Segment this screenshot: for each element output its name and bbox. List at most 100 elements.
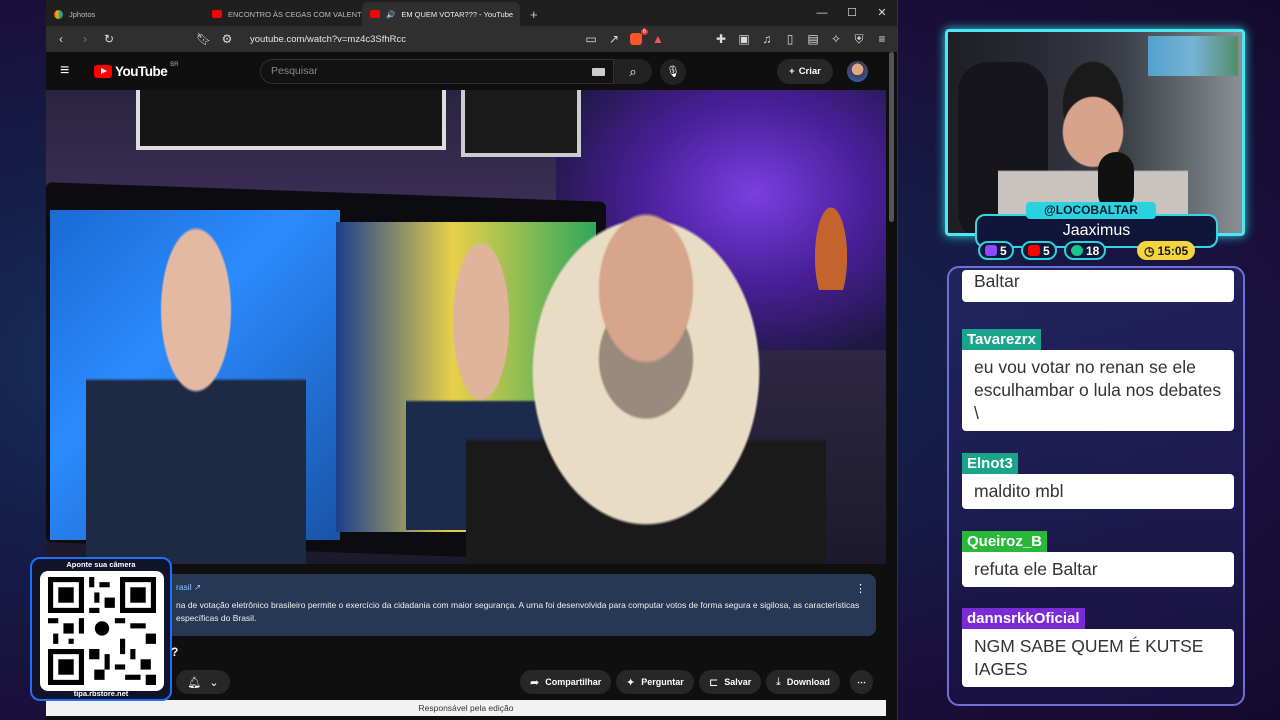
maximize-button[interactable]: ☐: [837, 0, 867, 26]
share-button[interactable]: ➦ Compartilhar: [520, 670, 612, 694]
qr-code-image: [48, 577, 156, 685]
qr-code: [40, 571, 164, 691]
share-icon[interactable]: ↗: [607, 32, 621, 46]
create-button[interactable]: + Criar: [777, 59, 833, 84]
brave-badge: 6: [640, 29, 648, 35]
plus-icon: +: [789, 66, 795, 77]
description-source-link[interactable]: rasil ↗: [176, 582, 864, 593]
photos-favicon-icon: [54, 9, 63, 19]
sparkle-icon: ✦: [626, 676, 636, 689]
bookmark-icon: ⊏: [709, 676, 719, 689]
tab-label: EM QUEM VOTAR??? - YouTube: [401, 9, 514, 19]
stream-timer: ◷ 15:05: [1137, 241, 1196, 260]
chat-message-text: Baltar: [962, 270, 1234, 302]
sidebar-icon[interactable]: ▯: [783, 32, 797, 46]
speaker-icon[interactable]: 🔊: [386, 10, 395, 19]
rewards-icon[interactable]: ▲: [651, 32, 665, 46]
screenshot-icon[interactable]: ▣: [737, 32, 751, 46]
chat-username: dannsrkkOficial: [962, 608, 1085, 629]
tab-jphotos[interactable]: Jphotos: [46, 2, 204, 26]
brave-shield-icon[interactable]: 6: [630, 29, 648, 45]
video-host: [466, 130, 826, 564]
chat-message: Elnot3 maldito mbl: [962, 453, 1234, 509]
reload-icon[interactable]: ↻: [102, 32, 116, 46]
new-tab-button[interactable]: +: [520, 7, 548, 26]
notification-bell-button[interactable]: 🔔︎ ⌄: [176, 670, 230, 694]
leo-icon[interactable]: ✧: [829, 32, 843, 46]
tab-encontro[interactable]: ENCONTRO ÀS CEGAS COM VALENTINA BA: [204, 2, 362, 26]
search-input[interactable]: Pesquisar: [260, 59, 614, 84]
chat-username: Elnot3: [962, 453, 1018, 474]
voice-search-button[interactable]: 🎙︎: [660, 59, 686, 85]
youtube-icon: [1028, 245, 1040, 256]
back-icon[interactable]: ‹: [54, 32, 68, 46]
share-label: Compartilhar: [545, 677, 602, 687]
qr-url: tipa.rbstore.net: [73, 689, 129, 698]
toolbar-icons: ▭ ↗ 6 ▲ ✚ ▣ ♫ ▯ ▤ ✧ ⛨ ≡: [584, 29, 889, 47]
youtube-logo[interactable]: YouTube BR: [94, 61, 179, 79]
person-on-screen: [86, 225, 306, 564]
minimize-button[interactable]: —: [807, 0, 837, 26]
bookmark-icon[interactable]: 🔖︎: [196, 32, 211, 46]
qr-card: Aponte sua câmera tipa.rbstore.net: [30, 557, 172, 701]
kick-count: 18: [1086, 243, 1100, 258]
chat-panel: Baltar Tavarezrx eu vou votar no renan s…: [947, 266, 1245, 706]
vpn-icon[interactable]: ⛨: [852, 32, 866, 47]
close-window-button[interactable]: ✕: [867, 0, 897, 26]
menu-icon[interactable]: ≡: [875, 32, 889, 46]
more-actions-button[interactable]: ⋯: [850, 670, 873, 694]
more-icon: ⋯: [857, 676, 866, 687]
tab-label: ENCONTRO ÀS CEGAS COM VALENTINA BA: [228, 9, 362, 19]
tab-strip: Jphotos ENCONTRO ÀS CEGAS COM VALENTINA …: [46, 0, 897, 26]
chevron-down-icon: ⌄: [209, 676, 219, 689]
forward-icon[interactable]: ›: [78, 32, 92, 46]
video-description-panel[interactable]: rasil ↗ na de votação eletrônico brasile…: [164, 574, 876, 636]
twitch-count: 5: [1000, 243, 1007, 258]
edit-footer-bar: Responsável pela edição: [46, 700, 886, 716]
youtube-viewers: 5: [1021, 241, 1057, 260]
search-button[interactable]: ⌕: [614, 59, 652, 84]
youtube-play-icon: [94, 64, 112, 78]
chat-message: Queiroz_B refuta ele Baltar: [962, 531, 1234, 587]
download-label: Download: [786, 677, 830, 687]
save-button[interactable]: ⊏ Salvar: [699, 670, 762, 694]
address-bar[interactable]: youtube.com/watch?v=mz4c3SfhRcc: [250, 34, 406, 45]
music-icon[interactable]: ♫: [760, 32, 774, 46]
keyboard-icon[interactable]: [592, 68, 605, 76]
hamburger-menu-icon[interactable]: ≡: [60, 62, 82, 80]
twitch-viewers: 5: [978, 241, 1014, 260]
browser-window: Jphotos ENCONTRO ÀS CEGAS COM VALENTINA …: [46, 0, 898, 720]
video-player[interactable]: [46, 90, 886, 564]
wallet-icon[interactable]: ▤: [806, 32, 820, 46]
share-icon: ➦: [530, 676, 540, 689]
avatar[interactable]: [847, 61, 868, 82]
tab-label: Jphotos: [69, 9, 96, 19]
timer-value: 15:05: [1157, 243, 1189, 258]
save-label: Salvar: [724, 677, 752, 687]
tab-em-quem-votar[interactable]: 🔊 EM QUEM VOTAR??? - YouTube ✕: [362, 2, 520, 26]
twitch-icon: [985, 245, 997, 256]
more-options-icon[interactable]: ⋮: [855, 582, 866, 595]
navigation-bar: ‹ › ↻ 🔖︎ ⚙︎ youtube.com/watch?v=mz4c3Sfh…: [46, 26, 897, 52]
ask-button[interactable]: ✦ Perguntar: [616, 670, 694, 694]
chat-username: Tavarezrx: [962, 329, 1041, 350]
chat-message-text: refuta ele Baltar: [962, 552, 1234, 587]
microphone-icon: 🎙︎: [666, 66, 680, 78]
download-button[interactable]: ⤓ Download: [766, 670, 840, 694]
region-code: BR: [170, 61, 179, 68]
bell-icon: 🔔︎: [187, 676, 202, 689]
chat-message-text: eu vou votar no renan se ele esculhambar…: [962, 350, 1234, 431]
kick-viewers: 18: [1064, 241, 1107, 260]
youtube-favicon-icon: [212, 10, 222, 18]
youtube-logo-text: YouTube: [115, 63, 168, 79]
description-text: na de votação eletrônico brasileiro perm…: [176, 600, 860, 623]
scrollbar[interactable]: [889, 52, 894, 222]
chat-message-text: NGM SABE QUEM É KUTSE IAGES: [962, 629, 1234, 687]
site-settings-icon[interactable]: ⚙︎: [220, 32, 234, 46]
chat-username: Queiroz_B: [962, 531, 1048, 552]
create-label: Criar: [798, 66, 821, 77]
search-placeholder: Pesquisar: [271, 65, 318, 77]
cast-icon[interactable]: ▭: [584, 32, 598, 46]
wall-frame: [136, 90, 446, 150]
extensions-icon[interactable]: ✚: [714, 32, 728, 46]
